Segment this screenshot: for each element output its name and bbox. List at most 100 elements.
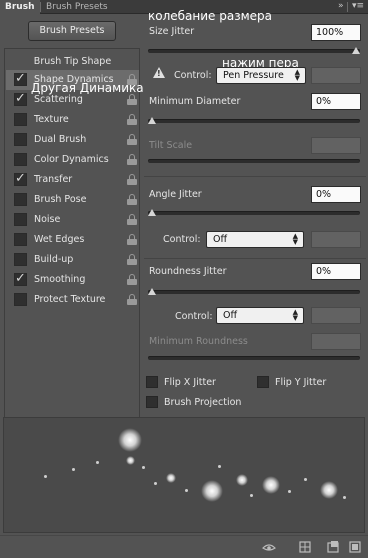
brush-setting-checkbox[interactable] <box>14 113 27 126</box>
panel-bottom-bar <box>0 535 368 558</box>
brush-setting-label: Smoothing <box>34 274 86 285</box>
lock-icon[interactable] <box>127 214 137 225</box>
brush-setting-item[interactable]: Brush Pose <box>6 190 139 210</box>
lock-icon[interactable] <box>127 114 137 125</box>
brush-setting-item[interactable]: Color Dynamics <box>6 150 139 170</box>
preview-brush-dab <box>320 481 338 499</box>
tab-divider <box>347 2 348 12</box>
lock-icon[interactable] <box>127 174 137 185</box>
flip-y-jitter-label: Flip Y Jitter <box>275 377 327 388</box>
brush-settings-list: Brush Tip Shape Shape DynamicsScattering… <box>4 48 140 436</box>
roundness-control-value: Off <box>223 310 238 321</box>
roundness-jitter-slider[interactable] <box>148 290 360 294</box>
brush-setting-label: Texture <box>34 114 69 125</box>
eye-icon[interactable] <box>262 540 276 554</box>
tilt-scale-label: Tilt Scale <box>149 140 193 151</box>
panel-settings-icon[interactable] <box>348 540 362 554</box>
brush-setting-label: Build-up <box>34 254 74 265</box>
preview-brush-dab <box>288 490 291 493</box>
flip-x-jitter-label: Flip X Jitter <box>164 377 216 388</box>
brush-tip-shape-item[interactable]: Brush Tip Shape <box>6 53 139 71</box>
brush-setting-item[interactable]: Dual Brush <box>6 130 139 150</box>
min-diameter-slider-thumb[interactable] <box>148 117 156 124</box>
brush-setting-checkbox[interactable] <box>14 171 27 186</box>
tab-brush-presets[interactable]: Brush Presets <box>41 0 113 14</box>
annotation-shape-dynamics: Другая Динамика <box>31 81 144 95</box>
select-arrows-icon: ▲ ▼ <box>294 68 300 82</box>
brush-setting-item[interactable]: Noise <box>6 210 139 230</box>
preview-brush-dab <box>236 474 248 486</box>
min-roundness-label: Minimum Roundness <box>149 336 248 347</box>
brush-setting-checkbox[interactable] <box>14 193 27 206</box>
roundness-control-select[interactable]: Off ▲ ▼ <box>216 307 304 324</box>
brush-setting-item[interactable]: Protect Texture <box>6 290 139 310</box>
warning-mark-icon: ! <box>157 69 161 78</box>
select-arrows-icon: ▲ ▼ <box>292 232 298 246</box>
flip-y-jitter-checkbox[interactable] <box>257 376 269 388</box>
angle-control-field <box>311 231 361 248</box>
brush-setting-checkbox[interactable] <box>14 293 27 306</box>
brush-setting-item[interactable]: Build-up <box>6 250 139 270</box>
brush-presets-button[interactable]: Brush Presets <box>28 21 116 41</box>
grid-icon[interactable] <box>298 540 312 554</box>
lock-icon[interactable] <box>127 254 137 265</box>
preview-brush-dab <box>166 473 176 483</box>
min-diameter-input[interactable]: 0% <box>311 93 361 110</box>
brush-setting-checkbox[interactable] <box>14 271 27 286</box>
new-preset-icon[interactable] <box>326 540 340 554</box>
lock-icon[interactable] <box>127 234 137 245</box>
size-control-select[interactable]: Pen Pressure ▲ ▼ <box>216 67 306 84</box>
brush-setting-checkbox[interactable] <box>14 213 27 226</box>
lock-icon[interactable] <box>127 274 137 285</box>
min-roundness-input <box>311 333 361 350</box>
brush-setting-label: Brush Pose <box>34 194 87 205</box>
lock-icon[interactable] <box>127 294 137 305</box>
angle-control-label: Control: <box>163 234 201 245</box>
brush-stroke-preview <box>3 417 365 533</box>
brush-setting-checkbox[interactable] <box>14 91 27 106</box>
size-jitter-slider[interactable] <box>148 49 360 53</box>
roundness-jitter-slider-thumb[interactable] <box>148 288 156 295</box>
preview-brush-dab <box>118 428 142 452</box>
preview-brush-dab <box>142 466 145 469</box>
lock-icon[interactable] <box>127 154 137 165</box>
brush-setting-label: Color Dynamics <box>34 154 109 165</box>
size-jitter-slider-thumb[interactable] <box>352 47 360 54</box>
preview-brush-dab <box>304 478 307 481</box>
brush-setting-item[interactable]: Transfer <box>6 170 139 190</box>
min-diameter-label: Minimum Diameter <box>149 96 241 107</box>
tilt-scale-input <box>311 137 361 154</box>
angle-jitter-label: Angle Jitter <box>149 189 202 200</box>
roundness-jitter-input[interactable]: 0% <box>311 263 361 280</box>
angle-control-value: Off <box>213 234 228 245</box>
brush-setting-checkbox[interactable] <box>14 153 27 166</box>
panel-menu-icon[interactable]: ▾≡ <box>352 0 364 14</box>
brush-setting-checkbox[interactable] <box>14 133 27 146</box>
brush-setting-item[interactable]: Smoothing <box>6 270 139 290</box>
brush-setting-item[interactable]: Texture <box>6 110 139 130</box>
tab-brush[interactable]: Brush <box>0 0 40 14</box>
lock-icon[interactable] <box>127 134 137 145</box>
brush-setting-label: Protect Texture <box>34 294 106 305</box>
brush-setting-checkbox[interactable] <box>14 233 27 246</box>
preview-brush-dab <box>154 482 157 485</box>
angle-jitter-input[interactable]: 0% <box>311 186 361 203</box>
angle-jitter-slider[interactable] <box>148 211 360 215</box>
lock-icon[interactable] <box>127 94 137 105</box>
tab-divider <box>40 2 41 12</box>
roundness-jitter-label: Roundness Jitter <box>149 266 227 277</box>
flip-x-jitter-checkbox[interactable] <box>146 376 158 388</box>
size-jitter-label: Size Jitter <box>149 26 195 37</box>
brush-setting-checkbox[interactable] <box>14 253 27 266</box>
collapse-icon[interactable]: » <box>338 0 344 14</box>
brush-setting-checkbox[interactable] <box>14 71 27 86</box>
angle-control-select[interactable]: Off ▲ ▼ <box>206 231 304 248</box>
size-jitter-input[interactable]: 100% <box>311 24 361 41</box>
preview-brush-dab <box>262 476 280 494</box>
angle-jitter-slider-thumb[interactable] <box>148 209 156 216</box>
roundness-control-field <box>311 307 361 324</box>
min-diameter-slider[interactable] <box>148 119 360 123</box>
lock-icon[interactable] <box>127 194 137 205</box>
brush-projection-checkbox[interactable] <box>146 396 158 408</box>
brush-setting-item[interactable]: Wet Edges <box>6 230 139 250</box>
